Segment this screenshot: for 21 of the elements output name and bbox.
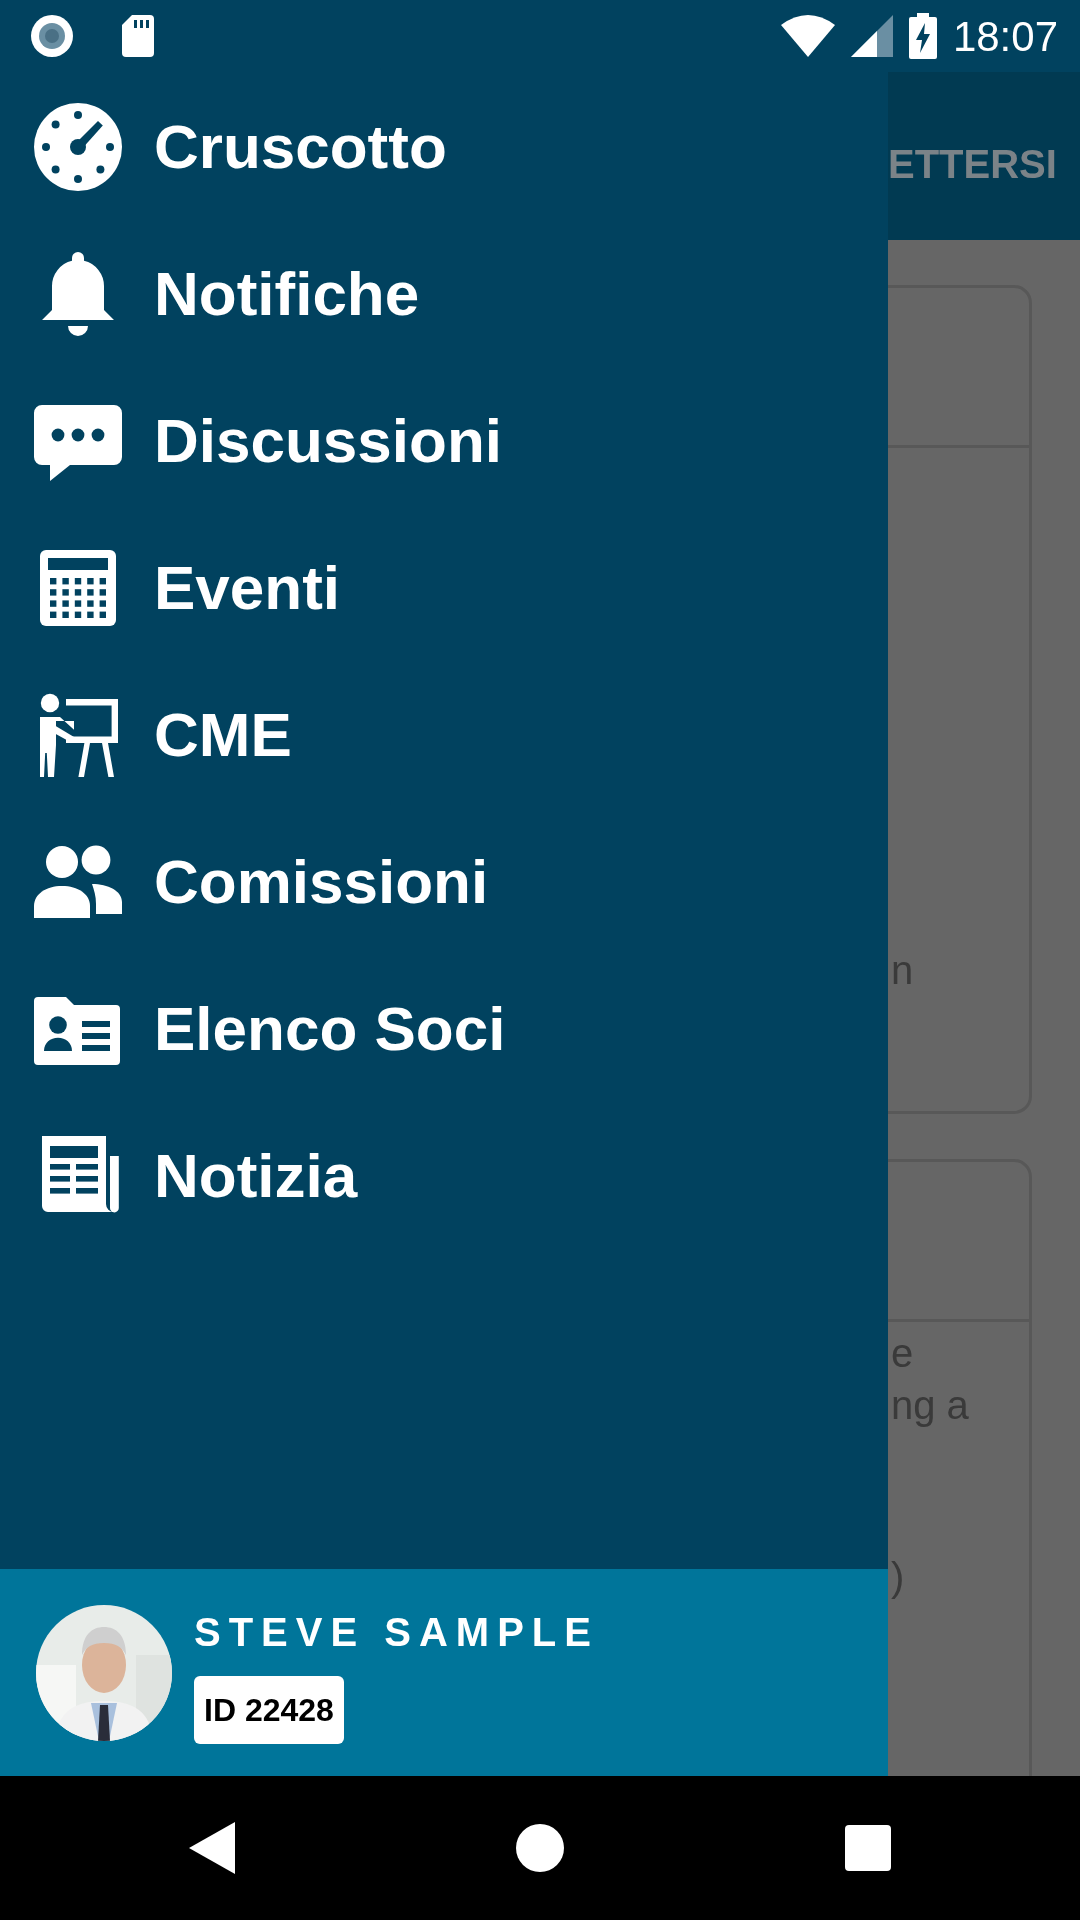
app-bar-title: ETTERSI xyxy=(888,142,1057,186)
menu-item[interactable]: Notizia xyxy=(154,1129,358,1222)
member-id-tag: ID 22428 xyxy=(194,1675,344,1744)
signal-icon xyxy=(850,15,893,57)
sd-card-icon xyxy=(122,15,154,57)
wifi-icon xyxy=(780,15,835,57)
menu-item[interactable]: Elenco Soci xyxy=(154,982,506,1075)
menu-item[interactable]: CME xyxy=(154,688,292,781)
user-name: STEVE SAMPLE xyxy=(194,1608,599,1656)
menu-item[interactable]: Discussioni xyxy=(154,394,502,487)
back-icon[interactable] xyxy=(188,1822,235,1874)
home-icon[interactable] xyxy=(516,1824,564,1872)
record-icon xyxy=(30,14,74,58)
menu-item[interactable]: Cruscotto xyxy=(154,100,447,193)
menu-item[interactable]: Notifiche xyxy=(154,247,420,340)
menu-item[interactable]: Eventi xyxy=(154,541,341,634)
menu-item[interactable]: Comissioni xyxy=(154,835,489,928)
clock-time: 18:07 xyxy=(952,11,1058,62)
battery-icon xyxy=(908,13,937,59)
recents-icon[interactable] xyxy=(845,1825,892,1871)
card-text: ) xyxy=(891,1554,905,1601)
